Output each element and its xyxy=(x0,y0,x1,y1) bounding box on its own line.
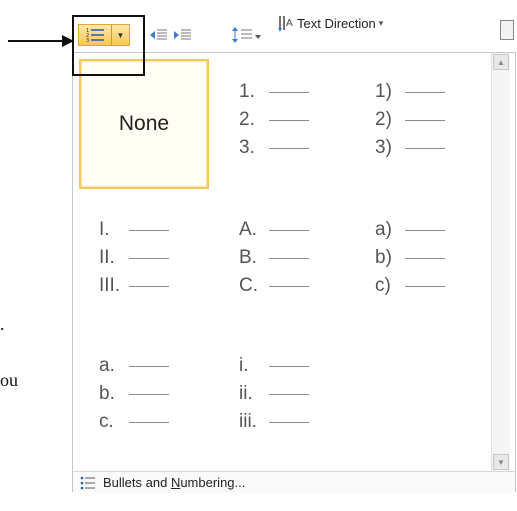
numbering-marker: III. xyxy=(99,275,121,296)
doc-text-fragment: ou xyxy=(0,370,18,390)
numbering-marker: A. xyxy=(239,219,257,240)
preview-text-line xyxy=(129,257,169,259)
preview-text-line xyxy=(269,257,309,259)
numbering-library: None 1. 2. 3. 1) 2) 3) I. II. III. A. B. C. a) b) c) a. b… xyxy=(73,53,491,471)
preview-text-line xyxy=(269,421,309,423)
preview-text-line xyxy=(269,147,309,149)
numbering-option-none[interactable]: None xyxy=(79,59,209,189)
scrollbar[interactable]: ▲ ▼ xyxy=(491,53,510,471)
numbering-preview-line: 2. xyxy=(239,109,309,131)
numbering-preview-line: b. xyxy=(99,383,169,405)
numbering-marker: 2. xyxy=(239,109,255,130)
preview-text-line xyxy=(129,393,169,395)
numbering-preview-line: c. xyxy=(99,411,169,433)
numbering-preview-line: iii. xyxy=(239,411,309,433)
numbering-option[interactable]: 1) 2) 3) xyxy=(355,59,485,189)
scroll-down-icon[interactable]: ▼ xyxy=(493,454,509,470)
preview-text-line xyxy=(129,229,169,231)
line-spacing-icon[interactable] xyxy=(232,26,262,44)
numbering-marker: b) xyxy=(375,247,392,268)
ribbon-overflow-button[interactable] xyxy=(500,20,514,40)
numbering-marker: 3. xyxy=(239,137,255,158)
numbering-preview-line: 3) xyxy=(375,137,445,159)
numbering-marker: c. xyxy=(99,411,114,432)
bullets-numbering-icon xyxy=(73,476,103,490)
preview-text-line xyxy=(129,285,169,287)
numbering-button[interactable]: 1 2 3 ▼ xyxy=(78,24,130,46)
svg-text:A: A xyxy=(286,18,293,29)
numbering-marker: 2) xyxy=(375,109,392,130)
preview-text-line xyxy=(269,365,309,367)
numbering-option[interactable]: A. B. C. xyxy=(219,199,349,329)
numbering-preview-line: i. xyxy=(239,355,309,377)
numbering-preview-line: a. xyxy=(99,355,169,377)
numbering-marker: i. xyxy=(239,355,249,376)
increase-indent-icon[interactable] xyxy=(174,26,192,44)
doc-text-fragment: . xyxy=(0,314,5,334)
numbering-marker: a) xyxy=(375,219,392,240)
preview-text-line xyxy=(405,257,445,259)
numbering-icon[interactable]: 1 2 3 xyxy=(79,25,112,45)
preview-text-line xyxy=(405,285,445,287)
numbering-marker: iii. xyxy=(239,411,257,432)
numbering-preview-line: C. xyxy=(239,275,309,297)
numbering-preview-line: 1) xyxy=(375,81,445,103)
numbering-preview-line: c) xyxy=(375,275,445,297)
preview-text-line xyxy=(405,147,445,149)
numbering-marker: 1) xyxy=(375,81,392,102)
annotation-arrow-icon xyxy=(8,35,74,47)
numbering-preview-line: ii. xyxy=(239,383,309,405)
numbering-preview-line: 3. xyxy=(239,137,309,159)
numbering-option[interactable]: 1. 2. 3. xyxy=(219,59,349,189)
numbering-preview-line: II. xyxy=(99,247,169,269)
numbering-preview-line: I. xyxy=(99,219,169,241)
numbering-option-label: None xyxy=(118,112,170,135)
preview-text-line xyxy=(405,119,445,121)
decrease-indent-icon[interactable] xyxy=(150,26,168,44)
numbering-preview-line: a) xyxy=(375,219,445,241)
numbering-option[interactable]: I. II. III. xyxy=(79,199,209,329)
numbering-marker: b. xyxy=(99,383,115,404)
numbering-marker: c) xyxy=(375,275,391,296)
caret-down-icon: ▾ xyxy=(378,17,384,28)
text-direction-label: Text Direction xyxy=(297,15,376,31)
preview-text-line xyxy=(129,421,169,423)
text-direction-icon: A xyxy=(278,16,293,32)
scroll-up-icon[interactable]: ▲ xyxy=(493,54,509,70)
numbering-marker: a. xyxy=(99,355,115,376)
preview-text-line xyxy=(405,91,445,93)
preview-text-line xyxy=(405,229,445,231)
bullets-and-numbering-label: Bullets and Numbering... xyxy=(103,475,246,490)
bullets-and-numbering-item[interactable]: Bullets and Numbering... xyxy=(73,471,515,493)
numbering-preview-line: B. xyxy=(239,247,309,269)
numbering-marker: ii. xyxy=(239,383,253,404)
preview-text-line xyxy=(129,365,169,367)
numbering-marker: C. xyxy=(239,275,258,296)
svg-text:3: 3 xyxy=(86,38,89,43)
numbering-preview-line: A. xyxy=(239,219,309,241)
numbering-marker: II. xyxy=(99,247,115,268)
numbering-preview-line: b) xyxy=(375,247,445,269)
numbering-option[interactable]: a. b. c. xyxy=(79,333,209,463)
numbering-preview-line: 1. xyxy=(239,81,309,103)
numbering-option[interactable]: i. ii. iii. xyxy=(219,333,349,463)
numbering-preview-line: III. xyxy=(99,275,169,297)
numbering-preview-line: 2) xyxy=(375,109,445,131)
preview-text-line xyxy=(269,393,309,395)
text-direction-button[interactable]: A Text Direction ▾ xyxy=(278,14,383,32)
numbering-marker: 3) xyxy=(375,137,392,158)
preview-text-line xyxy=(269,229,309,231)
numbering-library-dropdown: None 1. 2. 3. 1) 2) 3) I. II. III. A. B. C. a) b) c) a. b… xyxy=(72,52,516,493)
numbering-marker: B. xyxy=(239,247,257,268)
preview-text-line xyxy=(269,285,309,287)
numbering-marker: I. xyxy=(99,219,110,240)
preview-text-line xyxy=(269,91,309,93)
preview-text-line xyxy=(269,119,309,121)
numbering-marker: 1. xyxy=(239,81,255,102)
numbering-option[interactable]: a) b) c) xyxy=(355,199,485,329)
caret-down-icon[interactable]: ▼ xyxy=(112,25,129,45)
